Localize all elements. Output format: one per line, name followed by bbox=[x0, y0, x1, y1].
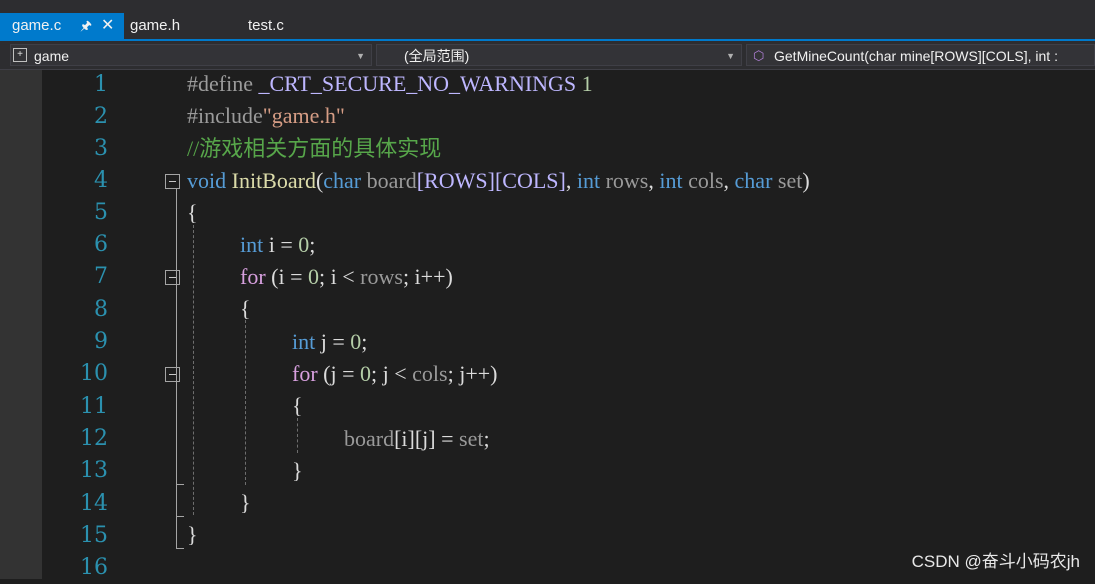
code-line-12: board[i][j] = set; bbox=[344, 426, 490, 451]
collapse-minus-icon[interactable] bbox=[165, 174, 180, 189]
project-icon: + bbox=[13, 48, 27, 62]
line-number: 11 bbox=[80, 394, 108, 419]
indent-guide bbox=[193, 225, 194, 515]
indent-guide bbox=[245, 320, 246, 485]
line-number: 7 bbox=[94, 264, 108, 289]
code-line-13: } bbox=[292, 458, 303, 483]
chevron-down-icon: ▼ bbox=[726, 51, 735, 61]
line-number: 13 bbox=[80, 458, 108, 483]
tab-label: test.c bbox=[248, 17, 284, 34]
code-line-5: { bbox=[187, 200, 198, 225]
line-number: 6 bbox=[94, 232, 108, 257]
outline-bracket bbox=[176, 189, 177, 549]
project-dropdown[interactable]: + game ▼ bbox=[10, 44, 372, 66]
tab-test-c[interactable]: test.c bbox=[236, 13, 284, 39]
line-number: 8 bbox=[94, 297, 108, 322]
code-line-3: //游戏相关方面的具体实现 bbox=[187, 136, 442, 161]
line-number: 10 bbox=[80, 361, 108, 386]
chevron-down-icon: ▼ bbox=[356, 51, 365, 61]
line-number: 9 bbox=[94, 329, 108, 354]
line-number: 1 bbox=[94, 72, 108, 97]
editor-margin bbox=[0, 70, 42, 579]
line-number: 14 bbox=[80, 491, 108, 516]
code-line-8: { bbox=[240, 296, 251, 321]
outline-bracket-end bbox=[176, 484, 184, 485]
member-label: GetMineCount(char mine[ROWS][COLS], int … bbox=[774, 48, 1058, 64]
line-number: 16 bbox=[80, 555, 108, 580]
line-number: 3 bbox=[94, 136, 108, 161]
method-cube-icon: ⬡ bbox=[753, 48, 765, 63]
member-dropdown[interactable]: ⬡ GetMineCount(char mine[ROWS][COLS], in… bbox=[746, 44, 1095, 66]
outline-bracket-end bbox=[176, 516, 184, 517]
code-line-10: for (j = 0; j < cols; j++) bbox=[292, 361, 498, 386]
outline-bracket-end bbox=[176, 548, 184, 549]
code-line-1: #define _CRT_SECURE_NO_WARNINGS 1 bbox=[187, 71, 593, 96]
line-number: 15 bbox=[80, 523, 108, 548]
tab-label: game.c bbox=[12, 17, 62, 34]
line-number: 5 bbox=[94, 200, 108, 225]
scope-dropdown[interactable]: (全局范围) ▼ bbox=[376, 44, 742, 66]
navigation-bar: + game ▼ (全局范围) ▼ ⬡ GetMineCount(char mi… bbox=[0, 41, 1095, 70]
code-line-6: int i = 0; bbox=[240, 232, 316, 257]
code-line-14: } bbox=[240, 490, 251, 515]
line-number: 2 bbox=[94, 104, 108, 129]
project-name: game bbox=[34, 48, 70, 64]
code-line-4: void InitBoard(char board[ROWS][COLS], i… bbox=[187, 168, 810, 193]
collapse-minus-icon[interactable] bbox=[165, 367, 180, 382]
scope-label: (全局范围) bbox=[404, 48, 470, 64]
watermark: CSDN @奋斗小码农jh bbox=[911, 552, 1080, 571]
tab-game-h[interactable]: game.h bbox=[118, 13, 180, 39]
code-line-9: int j = 0; bbox=[292, 329, 368, 354]
close-icon[interactable]: ✕ bbox=[101, 13, 114, 39]
tab-game-c[interactable]: game.c 🖈 ✕ bbox=[0, 13, 124, 39]
code-line-11: { bbox=[292, 393, 303, 418]
code-line-2: #include"game.h" bbox=[187, 103, 345, 128]
collapse-minus-icon[interactable] bbox=[165, 270, 180, 285]
tab-label: game.h bbox=[130, 17, 181, 34]
code-line-15: } bbox=[187, 522, 198, 547]
code-line-7: for (i = 0; i < rows; i++) bbox=[240, 264, 453, 289]
line-number: 4 bbox=[94, 168, 108, 193]
document-tab-strip: game.c 🖈 ✕ game.h test.c bbox=[0, 0, 1095, 39]
line-number: 12 bbox=[80, 426, 108, 451]
indent-guide bbox=[297, 418, 298, 453]
pin-icon[interactable]: 🖈 bbox=[80, 13, 92, 39]
